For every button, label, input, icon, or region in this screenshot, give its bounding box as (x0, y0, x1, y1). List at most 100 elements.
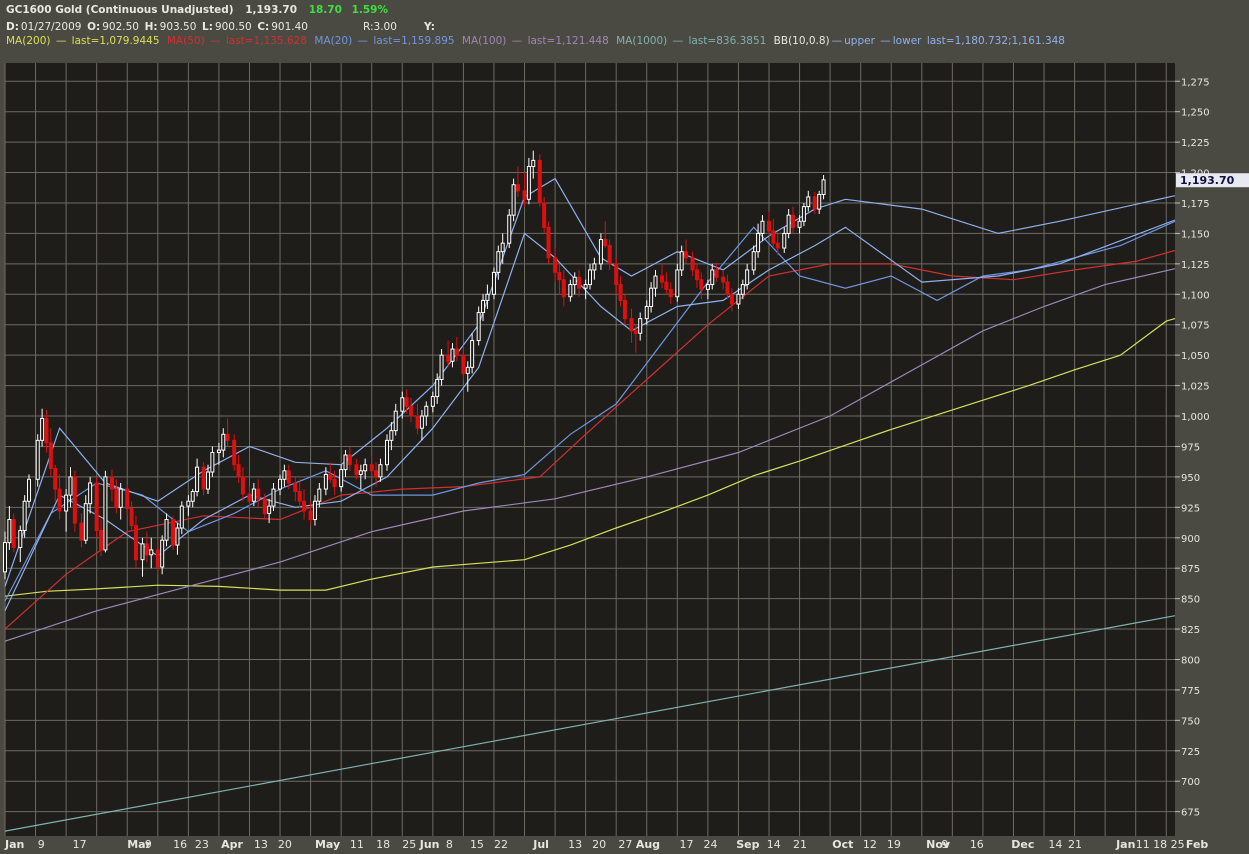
candle-body (760, 220, 765, 234)
candle-body (577, 276, 582, 289)
candle-body (354, 464, 359, 475)
candle-body (424, 405, 429, 417)
candle-body (140, 543, 145, 561)
candle-body (94, 482, 99, 531)
candle-body (88, 482, 93, 505)
candle-body (409, 405, 414, 417)
candle-body (48, 442, 53, 469)
candle-body (603, 239, 608, 247)
candle-body (537, 159, 542, 204)
candle-body (99, 529, 104, 551)
candle-body (118, 488, 123, 508)
candle-body (358, 470, 363, 475)
candle-body (461, 354, 466, 374)
candle-body (68, 476, 73, 496)
candle-body (332, 478, 337, 488)
candle-body (542, 202, 547, 228)
candle-body (79, 522, 84, 541)
price-chart[interactable]: 6757007257507758008258508759009259509751… (0, 0, 1249, 854)
candle-body (439, 354, 444, 381)
candle-body (511, 184, 516, 216)
candle-body (18, 529, 23, 548)
candle-body (736, 293, 741, 305)
candle-body (3, 542, 7, 573)
candle-body (561, 279, 566, 298)
candle (507, 209, 512, 249)
candle-body (64, 494, 69, 512)
candle-body (149, 549, 154, 556)
candle-body (201, 466, 206, 490)
candle-body (133, 525, 138, 561)
x-tick-label: 9 (145, 838, 152, 851)
candle-body (526, 165, 531, 200)
y-tick-label: 825 (1181, 625, 1200, 636)
candle-body (751, 251, 756, 271)
candle (94, 476, 99, 538)
x-tick-label: Jul (532, 838, 549, 851)
x-tick-label: 13 (568, 838, 582, 851)
y-axis: 675 700 725 750 775 800 825 850 875 900 925 950 975 1… (1175, 77, 1210, 819)
candle-body (557, 271, 562, 281)
candle (546, 221, 551, 264)
candle (171, 515, 176, 550)
x-tick-label: Dec (1011, 838, 1034, 851)
x-tick-label: Jan (1115, 838, 1135, 851)
candle-body (546, 226, 551, 259)
candle-body (450, 348, 455, 362)
current-price-marker: 1,193.70 (1176, 173, 1249, 188)
candle-body (568, 284, 573, 298)
candle-body (312, 500, 317, 520)
y-tick-label: 1,225 (1181, 138, 1210, 149)
candle-body (684, 251, 689, 259)
candle-body (267, 505, 272, 514)
candle-body (470, 340, 475, 368)
candle-body (389, 430, 394, 441)
x-tick-label: 19 (887, 838, 901, 851)
x-tick-label: Sep (736, 838, 759, 851)
candle-body (725, 281, 730, 295)
x-tick-label: 21 (793, 838, 807, 851)
y-tick-label: 800 (1181, 655, 1200, 666)
candle-body (694, 269, 699, 281)
candle-body (705, 284, 710, 290)
candle-body (729, 293, 734, 305)
candle-body (323, 473, 328, 490)
candle-body (404, 397, 409, 407)
candle-body (675, 269, 680, 298)
candle-body (317, 488, 322, 502)
candle-body (817, 193, 822, 210)
candle-body (297, 490, 302, 502)
y-tick-label: 850 (1181, 595, 1200, 606)
candle-body (507, 214, 512, 244)
candle-body (454, 348, 459, 356)
y-tick-label: 750 (1181, 716, 1200, 727)
candle-body (821, 179, 826, 195)
x-tick-label: 11 (1136, 838, 1150, 851)
candle-body (393, 410, 398, 432)
candle-body (125, 488, 130, 510)
x-tick-label: 18 (1153, 838, 1167, 851)
candle-body (664, 281, 669, 290)
x-tick-label: Feb (1186, 838, 1209, 851)
candle-body (699, 279, 704, 290)
y-tick-label: 1,075 (1181, 321, 1210, 332)
candle-body (195, 466, 200, 492)
candle (491, 267, 496, 300)
y-tick-label: 1,125 (1181, 260, 1210, 271)
x-tick-label: 14 (1048, 838, 1062, 851)
x-tick-label: 27 (618, 838, 632, 851)
candle-body (806, 196, 811, 208)
candle-body (775, 242, 780, 249)
candle-body (583, 284, 588, 289)
candle-body (660, 275, 665, 283)
candle (35, 434, 40, 487)
x-tick-label: 9 (941, 838, 948, 851)
candle-body (155, 549, 160, 568)
candle-body (679, 251, 684, 271)
candle (103, 470, 108, 553)
candle (11, 513, 16, 553)
candle-body (812, 196, 817, 210)
candle-body (57, 488, 62, 512)
candle-body (740, 284, 745, 295)
candle-body (481, 299, 486, 314)
